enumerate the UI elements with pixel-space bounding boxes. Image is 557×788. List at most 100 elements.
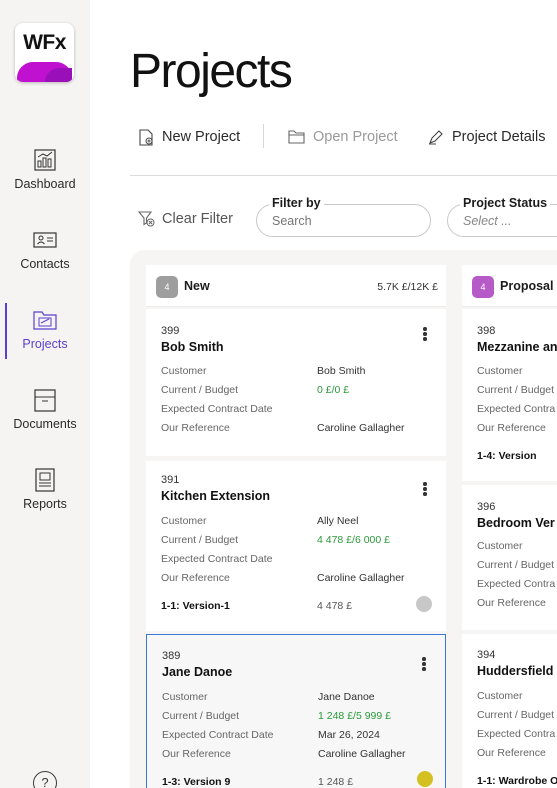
new-project-button[interactable]: New Project <box>139 126 240 148</box>
column-header: 4 New 5.7K £/12K £ <box>146 265 446 307</box>
reports-icon <box>35 468 55 492</box>
budget-label: Current / Budget <box>477 559 555 571</box>
contract-date-label: Expected Contra <box>477 403 556 415</box>
more-options-icon[interactable] <box>422 327 428 343</box>
project-card[interactable]: 391 Kitchen Extension Customer Ally Neel… <box>146 461 446 631</box>
folder-icon <box>288 130 305 144</box>
filter-clear-icon <box>138 211 155 227</box>
page-title: Projects <box>130 45 293 98</box>
nav-label-projects: Projects <box>22 337 68 351</box>
customer-value: Jane Danoe <box>318 691 375 703</box>
new-file-icon <box>139 128 153 146</box>
project-card-selected[interactable]: 389 Jane Danoe Customer Jane Danoe Curre… <box>146 634 446 788</box>
contacts-icon <box>33 232 57 248</box>
budget-value: 1 248 £/5 999 £ <box>318 710 391 722</box>
contract-date-label: Expected Contra <box>477 578 556 590</box>
customer-value: Ally Neel <box>317 515 359 527</box>
status-dot <box>417 771 433 787</box>
contract-date-value: Mar 26, 2024 <box>318 729 380 741</box>
toolbar-divider-line <box>130 175 557 176</box>
nav-label-contacts: Contacts <box>20 257 70 271</box>
sidebar: WFx Dashboard Contacts Projects Document… <box>0 0 90 788</box>
projects-icon <box>33 311 57 330</box>
version-label: 1-4: Version <box>477 450 537 462</box>
project-name: Huddersfield <box>477 664 554 678</box>
column-total: 5.7K £/12K £ <box>377 281 438 293</box>
more-options-icon[interactable] <box>422 482 428 498</box>
project-number: 391 <box>161 474 180 486</box>
column-title: Proposal <box>500 279 554 293</box>
project-card[interactable]: 398 Mezzanine an Customer Current / Budg… <box>462 309 557 481</box>
project-card[interactable]: 396 Bedroom Ver Customer Current / Budge… <box>462 485 557 630</box>
search-input[interactable] <box>272 214 412 228</box>
column-proposal: 4 Proposal <box>462 265 557 307</box>
budget-value: 4 478 £/6 000 £ <box>317 534 390 546</box>
contract-date-label: Expected Contract Date <box>161 553 273 565</box>
project-status-select[interactable]: Select ... <box>463 214 512 228</box>
documents-icon <box>34 389 56 412</box>
column-header: 4 Proposal <box>462 265 557 307</box>
nav-contacts[interactable]: Contacts <box>0 226 90 296</box>
project-number: 394 <box>477 649 496 661</box>
reference-value: Caroline Gallagher <box>318 748 406 760</box>
dashboard-icon <box>34 149 56 171</box>
customer-label: Customer <box>161 515 207 527</box>
budget-value: 0 £/0 £ <box>317 384 350 396</box>
customer-label: Customer <box>477 365 523 377</box>
project-number: 398 <box>477 325 496 337</box>
project-number: 399 <box>161 325 180 337</box>
project-card[interactable]: 394 Huddersfield Customer Current / Budg… <box>462 634 557 788</box>
reference-value: Caroline Gallagher <box>317 572 405 584</box>
nav-projects[interactable]: Projects <box>0 306 90 376</box>
nav-label-reports: Reports <box>23 497 67 511</box>
help-icon[interactable]: ? <box>33 771 57 788</box>
clear-filter-button[interactable]: Clear Filter <box>138 210 233 227</box>
nav-label-dashboard: Dashboard <box>14 177 76 191</box>
filter-by-field[interactable]: Filter by <box>256 196 431 237</box>
nav-dashboard[interactable]: Dashboard <box>0 146 90 216</box>
nav-documents[interactable]: Documents <box>0 386 90 456</box>
reference-label: Our Reference <box>477 747 546 759</box>
reference-label: Our Reference <box>477 597 546 609</box>
project-name: Bedroom Ver <box>477 516 555 530</box>
pen-icon <box>429 130 443 145</box>
column-count-badge: 4 <box>156 276 178 298</box>
status-dot <box>416 596 432 612</box>
column-count-badge: 4 <box>472 276 494 298</box>
reference-label: Our Reference <box>162 748 231 760</box>
customer-label: Customer <box>477 540 523 552</box>
version-amount: 4 478 £ <box>317 600 353 612</box>
filter-by-label: Filter by <box>269 196 324 210</box>
column-new: 4 New 5.7K £/12K £ <box>146 265 446 307</box>
contract-date-label: Expected Contra <box>477 728 556 740</box>
customer-label: Customer <box>162 691 208 703</box>
clear-filter-label: Clear Filter <box>162 210 233 227</box>
column-title: New <box>184 279 210 293</box>
nav-reports[interactable]: Reports <box>0 466 90 536</box>
version-amount: 1 248 £ <box>318 776 354 788</box>
more-options-icon[interactable] <box>421 657 427 673</box>
project-status-field[interactable]: Project Status Select ... <box>447 196 557 237</box>
customer-label: Customer <box>477 690 523 702</box>
project-status-label: Project Status <box>460 196 551 210</box>
budget-label: Current / Budget <box>477 709 555 721</box>
project-card[interactable]: 399 Bob Smith Customer Bob Smith Current… <box>146 309 446 456</box>
logo-text: WFx <box>23 31 66 54</box>
reference-value: Caroline Gallagher <box>317 422 405 434</box>
budget-label: Current / Budget <box>161 384 239 396</box>
reference-label: Our Reference <box>477 422 546 434</box>
app-logo[interactable]: WFx <box>15 23 74 82</box>
customer-value: Bob Smith <box>317 365 366 377</box>
budget-label: Current / Budget <box>161 534 239 546</box>
project-name: Kitchen Extension <box>161 489 271 503</box>
project-details-label: Project Details <box>452 129 546 145</box>
project-name: Mezzanine an <box>477 340 557 354</box>
contract-date-label: Expected Contract Date <box>162 729 274 741</box>
reference-label: Our Reference <box>161 572 230 584</box>
project-name: Jane Danoe <box>162 665 233 679</box>
open-project-button[interactable]: Open Project <box>288 126 398 148</box>
contract-date-label: Expected Contract Date <box>161 403 273 415</box>
project-name: Bob Smith <box>161 340 224 354</box>
project-number: 396 <box>477 501 496 513</box>
project-details-button[interactable]: Project Details <box>428 126 545 148</box>
